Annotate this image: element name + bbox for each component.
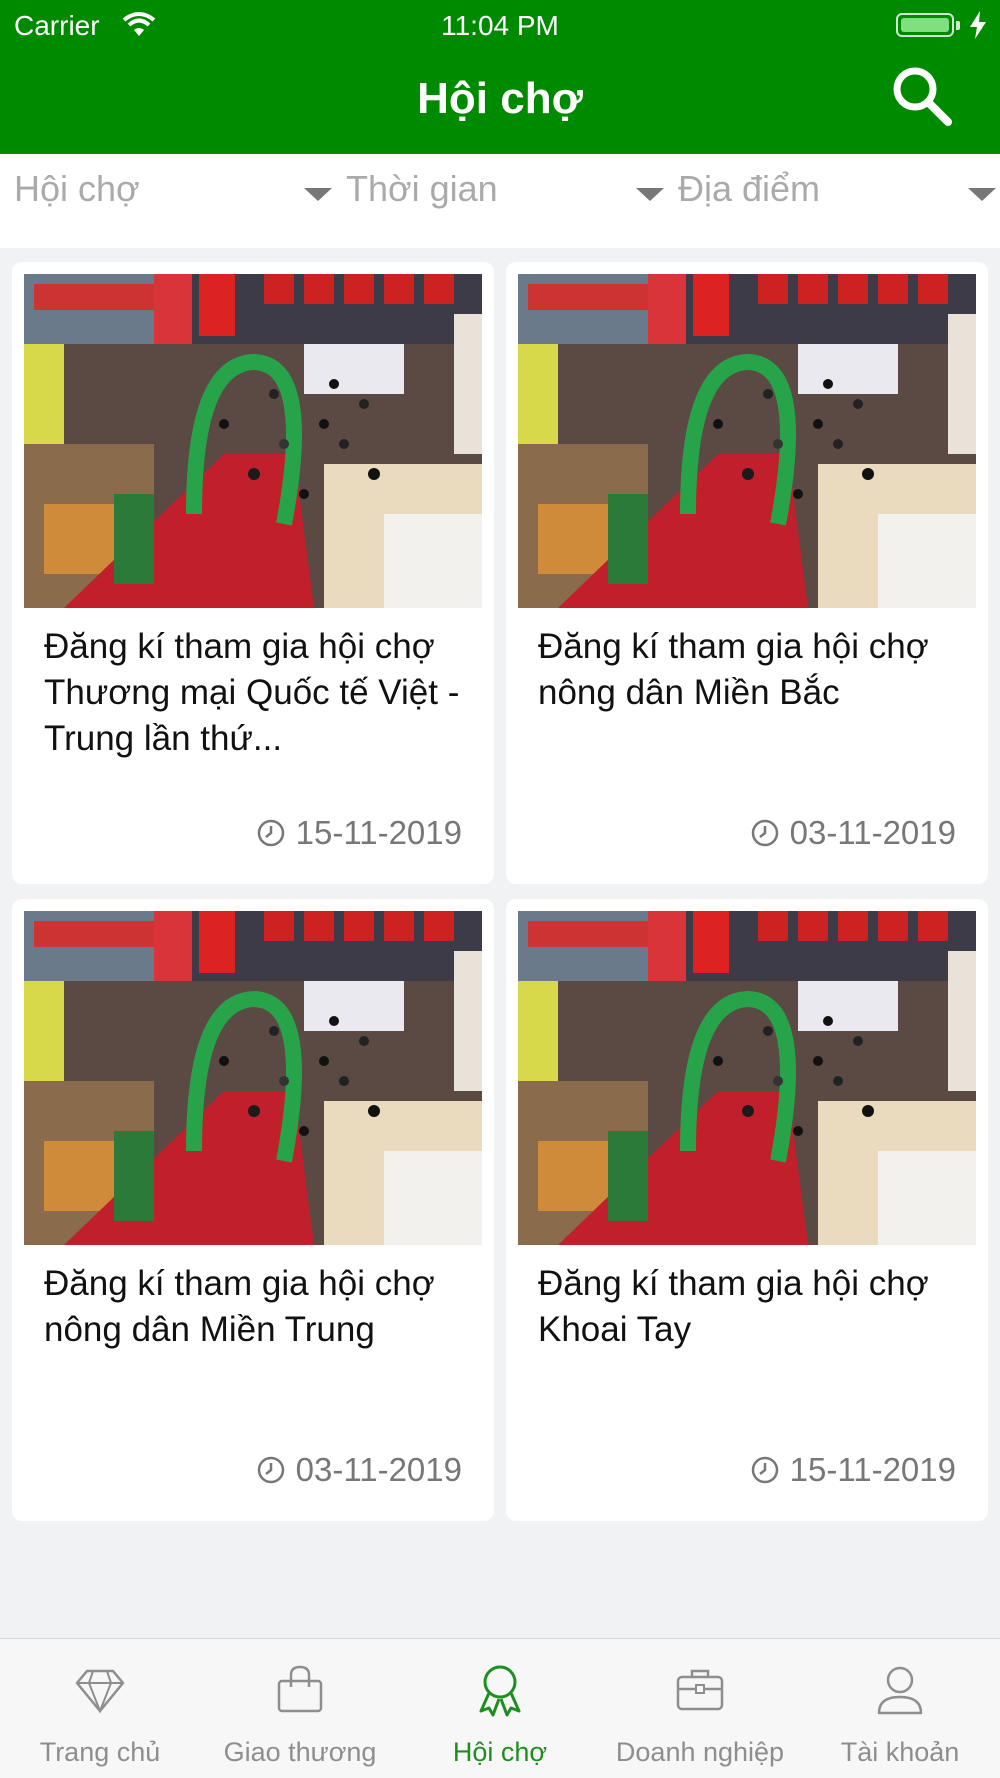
filter-location[interactable]: Địa điểm: [678, 168, 998, 218]
clock-icon: [257, 819, 284, 847]
chevron-down-icon: [968, 188, 996, 201]
event-date-text: 03-11-2019: [295, 1451, 462, 1488]
clock-icon: [751, 819, 778, 847]
charging-bolt-icon: [970, 11, 986, 39]
clock-icon: [257, 1456, 284, 1484]
tab-trade[interactable]: Giao thương: [200, 1639, 400, 1778]
event-image: [518, 911, 976, 1245]
tab-home-label: Trang chủ: [39, 1737, 161, 1767]
chevron-down-icon: [304, 188, 332, 201]
battery-tip: [956, 21, 960, 30]
tab-account[interactable]: Tài khoản: [800, 1639, 1000, 1778]
event-date: 03-11-2019: [750, 814, 956, 852]
event-date: 15-11-2019: [750, 1451, 956, 1489]
event-image: [24, 911, 482, 1245]
filter-fair[interactable]: Hội chợ: [14, 168, 334, 218]
event-card[interactable]: Đăng kí tham gia hội chợ nông dân Miền B…: [506, 262, 988, 884]
event-card[interactable]: Đăng kí tham gia hội chợ Thương mại Quốc…: [12, 262, 494, 884]
event-date-text: 15-11-2019: [295, 814, 462, 851]
tab-bar: Trang chủ Giao thương Hội chợ Doanh nghi…: [0, 1638, 1000, 1778]
clock-icon: [751, 1456, 778, 1484]
tab-business-label: Doanh nghiệp: [615, 1737, 785, 1767]
tab-home[interactable]: Trang chủ: [0, 1639, 200, 1778]
filter-time[interactable]: Thời gian: [346, 168, 666, 218]
status-bar: Carrier 11:04 PM: [0, 0, 1000, 50]
page-title: Hội chợ: [417, 74, 583, 123]
event-card[interactable]: Đăng kí tham gia hội chợ nông dân Miền T…: [12, 899, 494, 1521]
event-title: Đăng kí tham gia hội chợ nông dân Miền T…: [44, 1264, 435, 1349]
diamond-icon: [75, 1669, 125, 1714]
tab-trade-label: Giao thương: [223, 1737, 377, 1767]
filter-time-label: Thời gian: [346, 168, 498, 209]
briefcase-icon: [676, 1669, 724, 1711]
tab-fair-label: Hội chợ: [452, 1737, 548, 1767]
battery-icon: [896, 13, 954, 37]
app-header: Carrier 11:04 PM Hội chợ: [0, 0, 1000, 154]
event-card[interactable]: Đăng kí tham gia hội chợ Khoai Tay 15-11…: [506, 899, 988, 1521]
filter-fair-label: Hội chợ: [14, 168, 140, 209]
filter-location-label: Địa điểm: [678, 168, 821, 209]
tab-account-label: Tài khoản: [840, 1737, 960, 1767]
event-title: Đăng kí tham gia hội chợ nông dân Miền B…: [538, 627, 929, 712]
event-date-text: 15-11-2019: [789, 1451, 956, 1488]
user-icon: [877, 1666, 923, 1715]
event-title: Đăng kí tham gia hội chợ Thương mại Quốc…: [44, 627, 460, 758]
award-icon: [479, 1665, 521, 1717]
search-icon[interactable]: [888, 62, 956, 130]
event-title: Đăng kí tham gia hội chợ Khoai Tay: [538, 1264, 929, 1349]
shopping-bag-icon: [277, 1665, 323, 1713]
tab-business[interactable]: Doanh nghiệp: [600, 1639, 800, 1778]
chevron-down-icon: [636, 188, 664, 201]
event-image: [24, 274, 482, 608]
filter-bar: Hội chợ Thời gian Địa điểm: [0, 154, 1000, 248]
event-date: 15-11-2019: [256, 814, 462, 852]
event-date: 03-11-2019: [256, 1451, 462, 1489]
tab-fair[interactable]: Hội chợ: [400, 1639, 600, 1778]
event-image: [518, 274, 976, 608]
clock-label: 11:04 PM: [441, 10, 559, 41]
event-date-text: 03-11-2019: [789, 814, 956, 851]
